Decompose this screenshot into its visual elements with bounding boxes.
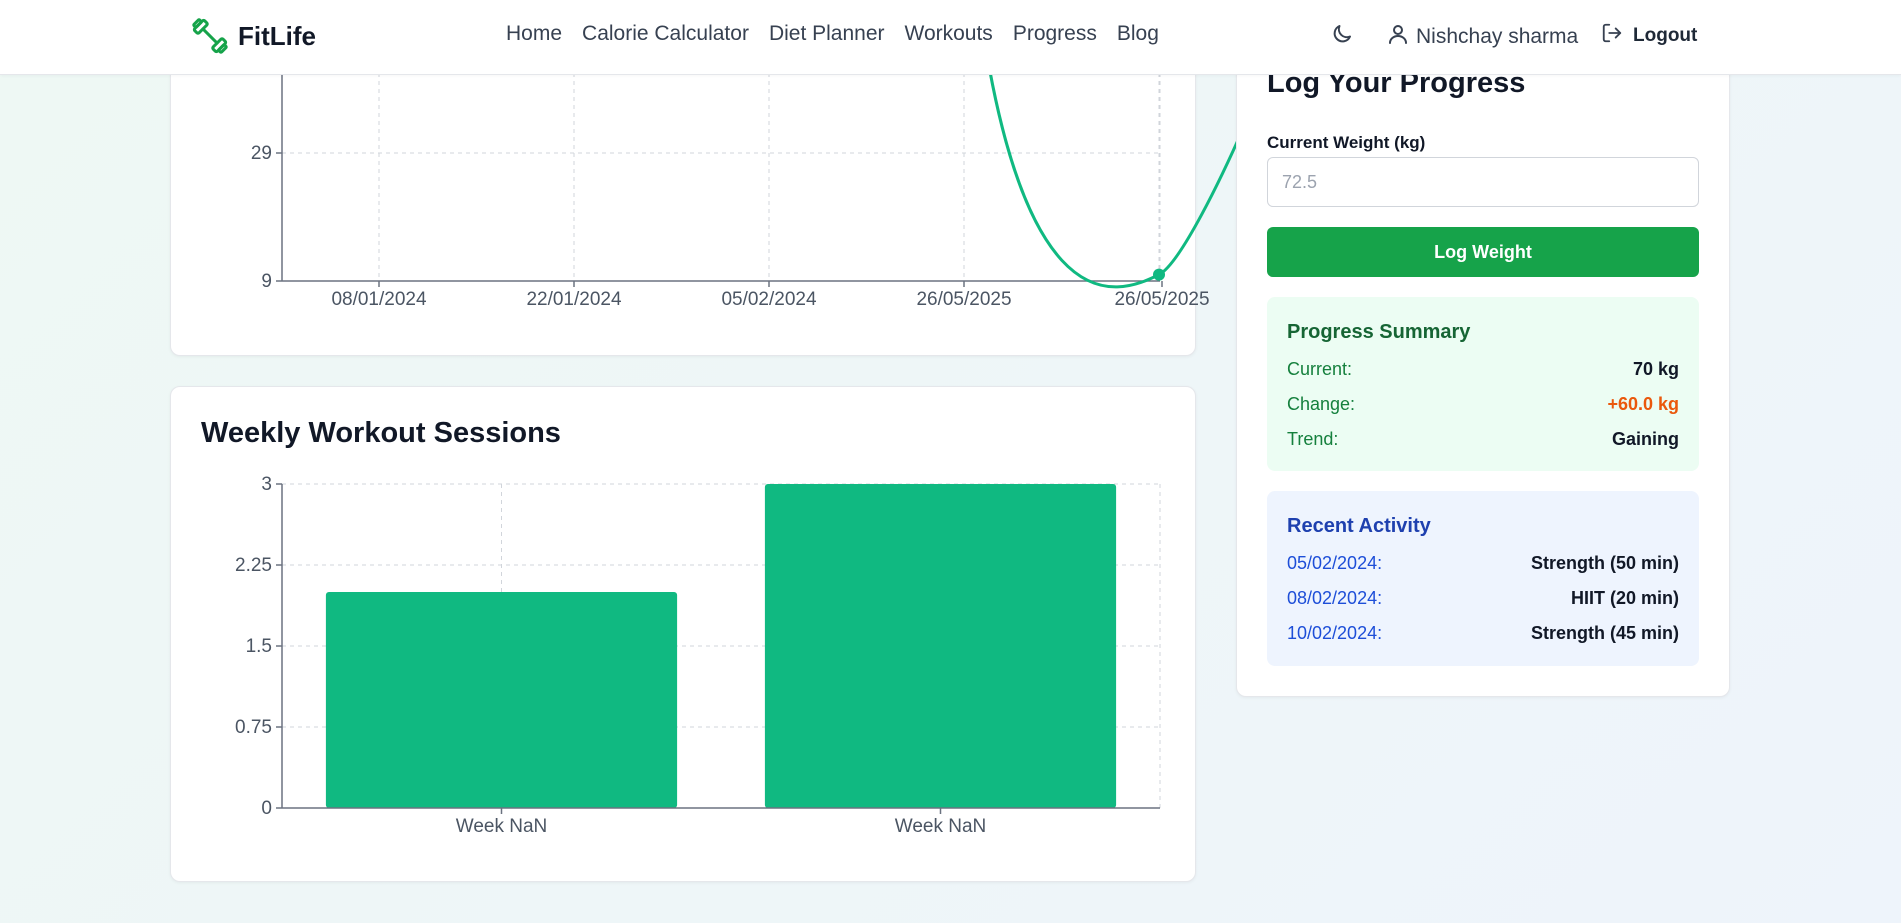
x-tick-label: 08/01/2024	[331, 289, 427, 310]
nav-progress[interactable]: Progress	[1013, 22, 1097, 46]
y-tick-label: 0.75	[235, 717, 272, 738]
x-tick-label: 22/01/2024	[526, 289, 622, 310]
summary-label: Current:	[1287, 359, 1353, 379]
y-tick-label: 0	[261, 798, 272, 819]
brand-name: FitLife	[238, 20, 316, 51]
recent-activity-title: Recent Activity	[1287, 515, 1431, 537]
user-menu[interactable]: Nishchay sharma	[1386, 22, 1578, 51]
user-name: Nishchay sharma	[1416, 24, 1579, 48]
theme-toggle-button[interactable]	[1330, 22, 1360, 52]
nav-blog[interactable]: Blog	[1117, 22, 1159, 46]
summary-value: 70 kg	[1632, 359, 1679, 379]
activity-row: 10/02/2024: Strength (45 min)	[1287, 623, 1679, 647]
activity-detail: Strength (50 min)	[1530, 553, 1679, 573]
activity-row: 05/02/2024: Strength (50 min)	[1287, 553, 1679, 577]
log-progress-panel: Log Your Progress Current Weight (kg) Lo…	[1236, 20, 1730, 697]
nav-workouts[interactable]: Workouts	[905, 22, 993, 46]
summary-row-trend: Trend: Gaining	[1287, 429, 1679, 453]
activity-detail: HIIT (20 min)	[1570, 588, 1679, 608]
main-nav: Home Calorie Calculator Diet Planner Wor…	[506, 22, 1159, 46]
nav-diet-planner[interactable]: Diet Planner	[769, 22, 885, 46]
summary-row-change: Change: +60.0 kg	[1287, 394, 1679, 418]
y-tick-label: 29	[251, 143, 272, 164]
summary-label: Trend:	[1287, 429, 1339, 449]
y-tick-label: 2.25	[235, 555, 272, 576]
y-tick-label: 9	[261, 271, 272, 292]
progress-summary-title: Progress Summary	[1287, 321, 1471, 343]
y-tick-label: 1.5	[246, 636, 272, 657]
weight-input[interactable]	[1267, 157, 1699, 207]
progress-summary: Progress Summary Current: 70 kg Change: …	[1267, 297, 1699, 471]
activity-detail: Strength (45 min)	[1530, 623, 1679, 643]
logout-button[interactable]: Logout	[1601, 22, 1697, 49]
workout-bar	[764, 484, 1117, 808]
weight-field-label: Current Weight (kg)	[1267, 133, 1426, 152]
summary-value: Gaining	[1612, 429, 1679, 449]
workout-bar	[325, 592, 678, 808]
summary-label: Change:	[1287, 394, 1356, 414]
activity-date: 10/02/2024:	[1287, 623, 1383, 643]
weight-data-point	[1153, 268, 1165, 281]
summary-row-current: Current: 70 kg	[1287, 359, 1679, 383]
top-navbar: FitLife Home Calorie Calculator Diet Pla…	[0, 0, 1901, 75]
workout-bar-chart: 3 2.25 1.5 0.75 0 Week NaN Week NaN	[235, 474, 1161, 837]
y-tick-label: 3	[261, 474, 272, 495]
x-tick-label: Week NaN	[895, 816, 987, 837]
x-tick-label: 05/02/2024	[721, 289, 817, 310]
activity-date: 05/02/2024:	[1287, 553, 1383, 573]
moon-icon	[1330, 25, 1354, 50]
x-tick-label: 26/05/2025	[1114, 289, 1209, 310]
summary-value: +60.0 kg	[1607, 394, 1679, 414]
x-tick-label: 26/05/2025	[916, 289, 1011, 310]
dumbbell-icon	[190, 16, 230, 56]
logout-icon	[1601, 22, 1623, 49]
activity-row: 08/02/2024: HIIT (20 min)	[1287, 588, 1679, 612]
nav-home[interactable]: Home	[506, 22, 562, 46]
activity-date: 08/02/2024:	[1287, 588, 1383, 608]
workout-chart-card: Weekly Workout Sessions 3 2.25 1.5 0.75 0 Wee…	[170, 386, 1196, 882]
nav-calorie-calculator[interactable]: Calorie Calculator	[582, 22, 749, 46]
user-icon	[1386, 22, 1410, 51]
brand-logo[interactable]: FitLife	[190, 16, 316, 56]
logout-label: Logout	[1633, 24, 1698, 46]
recent-activity: Recent Activity 05/02/2024: Strength (50…	[1267, 491, 1699, 666]
x-tick-label: Week NaN	[456, 816, 548, 837]
log-weight-button[interactable]: Log Weight	[1267, 227, 1699, 277]
